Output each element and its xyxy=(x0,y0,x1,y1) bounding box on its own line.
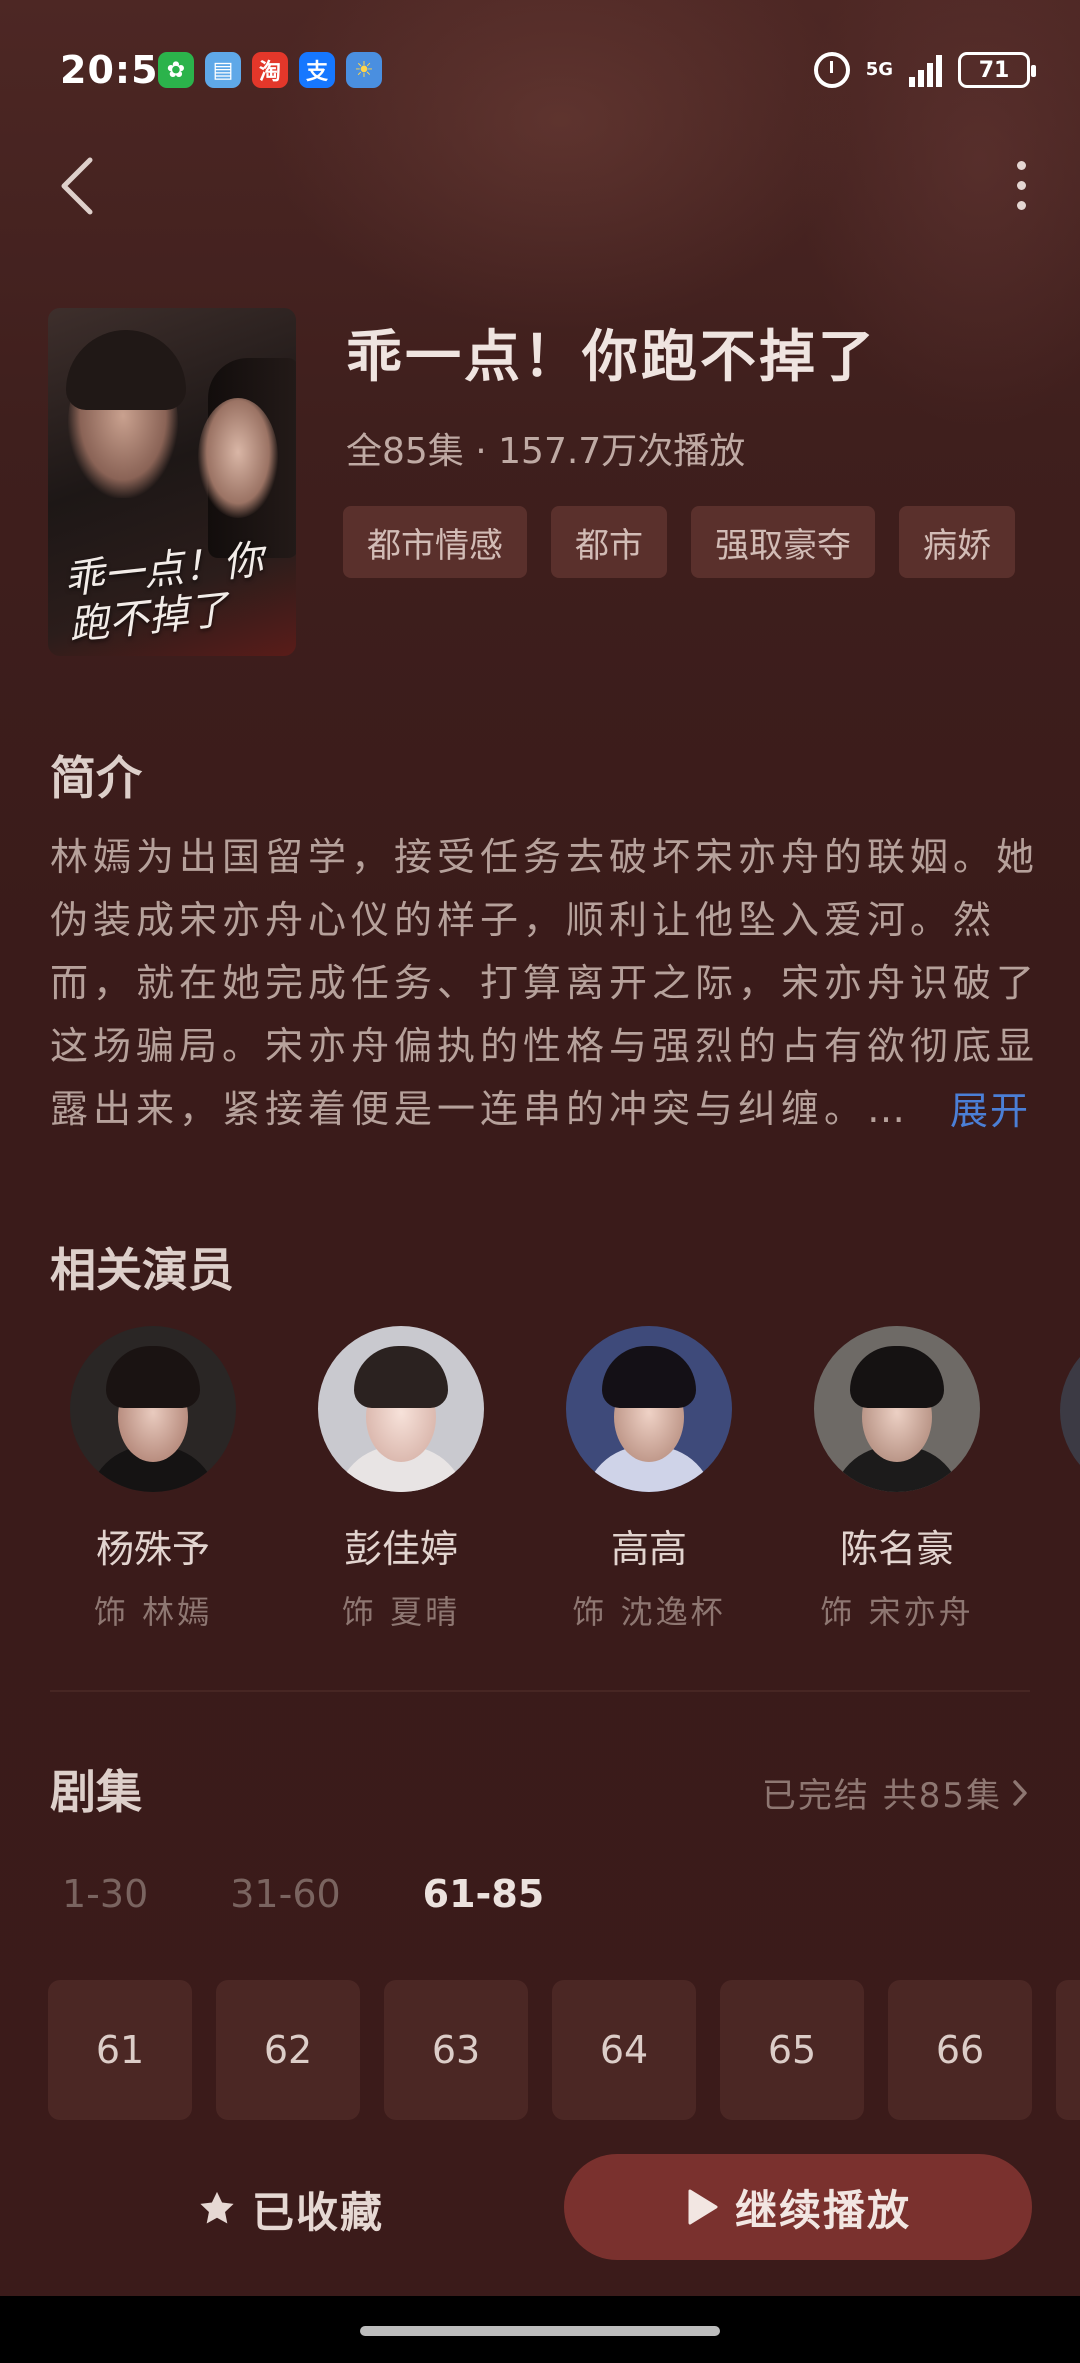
cast-member[interactable]: 陈名豪 饰 宋亦舟 xyxy=(794,1326,1000,1633)
episodes-status: 已完结 共85集 xyxy=(761,1776,1002,1816)
section-divider xyxy=(50,1690,1030,1692)
cast-name: 彭佳婷 xyxy=(343,1527,458,1571)
tab-range-31-60[interactable]: 31-60 xyxy=(230,1872,340,1916)
chevron-right-icon xyxy=(1013,1779,1027,1806)
synopsis-text: 林嫣为出国留学，接受任务去破坏宋亦舟的联姻。她伪装成宋亦舟心仪的样子，顺利让他坠… xyxy=(50,835,1040,1131)
episodes-status-link[interactable]: 已完结 共85集 xyxy=(762,1768,1030,1817)
tab-range-61-85[interactable]: 61-85 xyxy=(423,1872,545,1916)
cast-member[interactable]: 高高 饰 沈逸杯 xyxy=(546,1326,752,1633)
play-label: 继续播放 xyxy=(734,2185,911,2235)
cast-list: 杨殊予 饰 林嫣 彭佳婷 饰 夏晴 高高 饰 沈逸杯 陈名豪 饰 宋亦舟 xyxy=(50,1326,1080,1646)
drama-poster[interactable]: 乖一点！你跑不掉了 xyxy=(48,308,296,656)
drama-title: 乖一点！你跑不掉了 xyxy=(346,325,877,390)
cast-role: 饰 夏晴 xyxy=(341,1593,461,1631)
genre-tag[interactable]: 病娇 xyxy=(899,506,1015,578)
drama-detail-page: 20:57 ✿ ▤ 淘 支 ☀ 5G 71 乖一点！你跑不掉了 乖一点！你跑不掉… xyxy=(0,0,1080,2363)
avatar-shape xyxy=(354,1346,448,1408)
avatar-shape xyxy=(106,1346,200,1408)
chevron-left-icon xyxy=(61,157,93,215)
cast-role: 饰 林嫣 xyxy=(93,1593,213,1631)
episode-button-partial[interactable] xyxy=(1056,1980,1080,2120)
cast-name: 高高 xyxy=(610,1527,687,1571)
alarm-icon xyxy=(813,52,850,88)
episodes-heading: 剧集 xyxy=(50,1765,142,1819)
episode-button[interactable]: 62 xyxy=(216,1980,360,2120)
poster-figure xyxy=(198,398,278,518)
cast-member[interactable]: 彭佳婷 饰 夏晴 xyxy=(298,1326,504,1633)
home-indicator[interactable] xyxy=(360,2326,720,2336)
cast-member[interactable]: 杨殊予 饰 林嫣 xyxy=(50,1326,256,1633)
episode-button[interactable]: 65 xyxy=(720,1980,864,2120)
avatar xyxy=(814,1326,980,1492)
dot-icon xyxy=(1016,200,1026,210)
expand-synopsis-button[interactable]: 展开 xyxy=(950,1080,1030,1135)
episode-range-tabs: 1-30 31-60 61-85 xyxy=(62,1872,626,1916)
dot-icon xyxy=(1016,180,1026,190)
status-bar: 20:57 ✿ ▤ 淘 支 ☀ 5G 71 xyxy=(0,0,1080,140)
episode-button[interactable]: 66 xyxy=(888,1980,1032,2120)
genre-tag[interactable]: 都市情感 xyxy=(343,506,527,578)
episode-list: 61 62 63 64 65 66 xyxy=(48,1980,1032,2120)
tab-range-1-30[interactable]: 1-30 xyxy=(62,1872,148,1916)
cast-name: 陈名豪 xyxy=(839,1527,954,1571)
star-icon xyxy=(200,2191,234,2224)
avatar xyxy=(566,1326,732,1492)
episode-button[interactable]: 64 xyxy=(552,1980,696,2120)
synopsis-heading: 简介 xyxy=(50,751,142,805)
genre-tag[interactable]: 强取豪夺 xyxy=(691,506,875,578)
continue-play-button[interactable]: 继续播放 xyxy=(564,2154,1032,2260)
back-button[interactable] xyxy=(50,150,110,220)
genre-tag[interactable]: 都市 xyxy=(551,506,667,578)
poster-figure xyxy=(66,330,186,410)
dot-icon xyxy=(1016,160,1026,170)
alipay-icon: 支 xyxy=(299,52,335,88)
genre-tags: 都市情感 都市 强取豪夺 病娇 xyxy=(343,506,1015,578)
weather-icon: ☀ xyxy=(346,52,382,88)
status-indicators: 5G 71 xyxy=(813,52,1036,88)
avatar-shape xyxy=(602,1346,696,1408)
avatar xyxy=(318,1326,484,1492)
favorite-label: 已收藏 xyxy=(252,2187,385,2237)
play-icon xyxy=(688,2189,718,2225)
episode-button[interactable]: 61 xyxy=(48,1980,192,2120)
battery-level: 71 xyxy=(978,57,1010,83)
avatar xyxy=(70,1326,236,1492)
poster-title: 乖一点！你跑不掉了 xyxy=(61,536,266,650)
signal-icon xyxy=(909,53,942,87)
wechat-icon: ✿ xyxy=(158,52,194,88)
more-options-button[interactable] xyxy=(1006,150,1036,220)
episode-button[interactable]: 63 xyxy=(384,1980,528,2120)
cast-role: 饰 宋亦舟 xyxy=(820,1593,974,1631)
favorite-button[interactable]: 已收藏 xyxy=(196,2174,384,2244)
status-app-icons: ✿ ▤ 淘 支 ☀ xyxy=(158,52,382,88)
drama-meta: 全85集 · 157.7万次播放 xyxy=(346,431,746,472)
reader-icon: ▤ xyxy=(205,52,241,88)
cast-name: 杨殊予 xyxy=(95,1527,210,1571)
network-type: 5G xyxy=(865,59,893,80)
cast-heading: 相关演员 xyxy=(50,1243,234,1297)
taobao-icon: 淘 xyxy=(252,52,288,88)
cast-role: 饰 沈逸杯 xyxy=(572,1593,726,1631)
battery-icon: 71 xyxy=(958,52,1036,88)
avatar-shape xyxy=(850,1346,944,1408)
